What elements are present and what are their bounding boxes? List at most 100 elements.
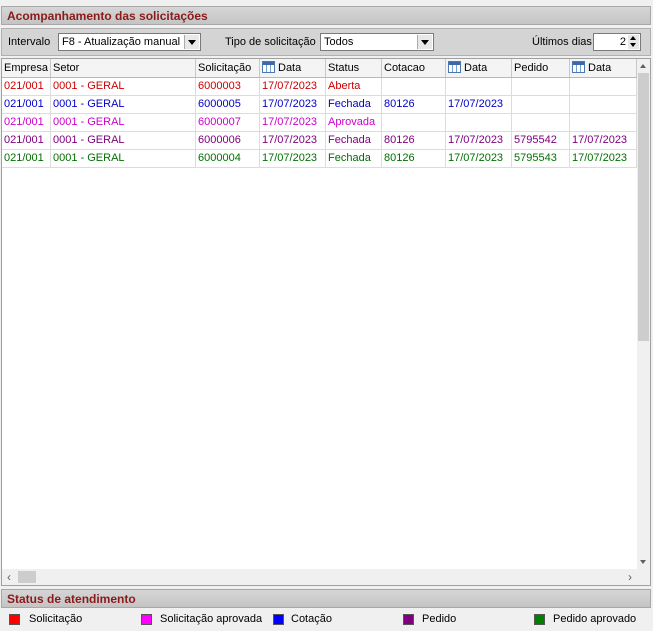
legend-swatch	[9, 614, 20, 625]
cell-status[interactable]: Aprovada	[326, 114, 382, 132]
cell-data-cotacao[interactable]: 17/07/2023	[446, 96, 512, 114]
table-row[interactable]: 021/001 0001 - GERAL 6000003 17/07/2023 Aber…	[2, 78, 637, 96]
cell-data[interactable]: 17/07/2023	[260, 150, 326, 168]
status-legend: Solicitação Solicitação aprovada Cotação…	[1, 610, 651, 630]
cell-solicitacao[interactable]: 6000007	[196, 114, 260, 132]
scroll-down-icon[interactable]	[637, 556, 650, 569]
stepper-up-icon[interactable]	[628, 35, 639, 42]
col-header-solicitacao[interactable]: Solicitação	[196, 59, 260, 77]
status-title: Status de atendimento	[7, 592, 136, 606]
days-label: Últimos dias	[532, 36, 592, 48]
cell-setor[interactable]: 0001 - GERAL	[51, 96, 196, 114]
chevron-down-icon[interactable]	[417, 35, 432, 49]
panel-title-bar: Acompanhamento das solicitações	[1, 6, 651, 25]
horizontal-scroll-thumb[interactable]	[18, 571, 36, 583]
requests-table: Empresa Setor Solicitação Data Status Co…	[1, 58, 651, 586]
vertical-scroll-thumb[interactable]	[638, 73, 649, 341]
cell-solicitacao[interactable]: 6000003	[196, 78, 260, 96]
legend-label: Cotação	[291, 613, 332, 625]
table-row[interactable]: 021/001 0001 - GERAL 6000005 17/07/2023 Fech…	[2, 96, 637, 114]
calendar-icon	[448, 61, 461, 73]
cell-data-pedido[interactable]	[570, 114, 637, 132]
type-label: Tipo de solicitação	[225, 36, 316, 48]
days-stepper-value[interactable]: 2	[620, 36, 626, 48]
calendar-icon	[262, 61, 275, 73]
cell-empresa[interactable]: 021/001	[2, 150, 51, 168]
cell-status[interactable]: Fechada	[326, 132, 382, 150]
cell-data-cotacao[interactable]: 17/07/2023	[446, 132, 512, 150]
legend-swatch	[403, 614, 414, 625]
table-row[interactable]: 021/001 0001 - GERAL 6000007 17/07/2023 Apro…	[2, 114, 637, 132]
panel-title: Acompanhamento das solicitações	[7, 9, 208, 23]
scrollbar-corner	[637, 569, 650, 585]
cell-data[interactable]: 17/07/2023	[260, 114, 326, 132]
table-row[interactable]: 021/001 0001 - GERAL 6000004 17/07/2023 Fech…	[2, 150, 637, 168]
scroll-up-icon[interactable]	[637, 59, 650, 72]
filter-bar: Intervalo F8 - Atualização manual Tipo d…	[1, 28, 651, 56]
horizontal-scrollbar[interactable]: ‹ ›	[2, 569, 637, 585]
cell-setor[interactable]: 0001 - GERAL	[51, 78, 196, 96]
cell-data[interactable]: 17/07/2023	[260, 78, 326, 96]
col-header-setor[interactable]: Setor	[51, 59, 196, 77]
cell-pedido[interactable]	[512, 78, 570, 96]
cell-pedido[interactable]	[512, 114, 570, 132]
col-header-empresa[interactable]: Empresa	[2, 59, 51, 77]
cell-cotacao[interactable]: 80126	[382, 132, 446, 150]
cell-pedido[interactable]: 5795543	[512, 150, 570, 168]
type-select-value: Todos	[324, 36, 354, 48]
status-title-bar: Status de atendimento	[1, 589, 651, 608]
cell-setor[interactable]: 0001 - GERAL	[51, 114, 196, 132]
interval-label: Intervalo	[8, 36, 51, 48]
cell-status[interactable]: Fechada	[326, 150, 382, 168]
legend-swatch	[534, 614, 545, 625]
cell-cotacao[interactable]	[382, 114, 446, 132]
cell-solicitacao[interactable]: 6000005	[196, 96, 260, 114]
legend-label: Pedido aprovado	[553, 613, 637, 625]
cell-pedido[interactable]: 5795542	[512, 132, 570, 150]
col-header-data-pedido[interactable]: Data	[570, 59, 637, 77]
cell-data[interactable]: 17/07/2023	[260, 132, 326, 150]
cell-cotacao[interactable]: 80126	[382, 150, 446, 168]
legend-swatch	[141, 614, 152, 625]
cell-data-pedido[interactable]: 17/07/2023	[570, 150, 637, 168]
col-header-cotacao[interactable]: Cotacao	[382, 59, 446, 77]
cell-data-cotacao[interactable]	[446, 78, 512, 96]
scroll-right-icon[interactable]: ›	[623, 569, 637, 585]
interval-select[interactable]: F8 - Atualização manual	[58, 33, 201, 51]
col-header-data-cotacao[interactable]: Data	[446, 59, 512, 77]
cell-data-pedido[interactable]: 17/07/2023	[570, 132, 637, 150]
cell-data-pedido[interactable]	[570, 78, 637, 96]
legend-swatch	[273, 614, 284, 625]
cell-empresa[interactable]: 021/001	[2, 114, 51, 132]
cell-pedido[interactable]	[512, 96, 570, 114]
col-header-data[interactable]: Data	[260, 59, 326, 77]
legend-label: Solicitação aprovada	[160, 613, 263, 625]
calendar-icon	[572, 61, 585, 73]
chevron-down-icon[interactable]	[184, 35, 199, 49]
type-select[interactable]: Todos	[320, 33, 434, 51]
scroll-left-icon[interactable]: ‹	[2, 569, 16, 585]
cell-data-pedido[interactable]	[570, 96, 637, 114]
cell-setor[interactable]: 0001 - GERAL	[51, 150, 196, 168]
cell-cotacao[interactable]: 80126	[382, 96, 446, 114]
cell-solicitacao[interactable]: 6000004	[196, 150, 260, 168]
cell-status[interactable]: Aberta	[326, 78, 382, 96]
vertical-scrollbar[interactable]	[637, 59, 650, 569]
col-header-pedido[interactable]: Pedido	[512, 59, 570, 77]
cell-data[interactable]: 17/07/2023	[260, 96, 326, 114]
table-header: Empresa Setor Solicitação Data Status Co…	[2, 59, 637, 78]
stepper-down-icon[interactable]	[628, 42, 639, 49]
cell-cotacao[interactable]	[382, 78, 446, 96]
cell-empresa[interactable]: 021/001	[2, 96, 51, 114]
cell-setor[interactable]: 0001 - GERAL	[51, 132, 196, 150]
table-row[interactable]: 021/001 0001 - GERAL 6000006 17/07/2023 Fech…	[2, 132, 637, 150]
col-header-status[interactable]: Status	[326, 59, 382, 77]
cell-empresa[interactable]: 021/001	[2, 132, 51, 150]
days-stepper[interactable]: 2	[593, 33, 641, 51]
legend-label: Pedido	[422, 613, 457, 625]
cell-solicitacao[interactable]: 6000006	[196, 132, 260, 150]
cell-status[interactable]: Fechada	[326, 96, 382, 114]
cell-data-cotacao[interactable]: 17/07/2023	[446, 150, 512, 168]
cell-empresa[interactable]: 021/001	[2, 78, 51, 96]
cell-data-cotacao[interactable]	[446, 114, 512, 132]
